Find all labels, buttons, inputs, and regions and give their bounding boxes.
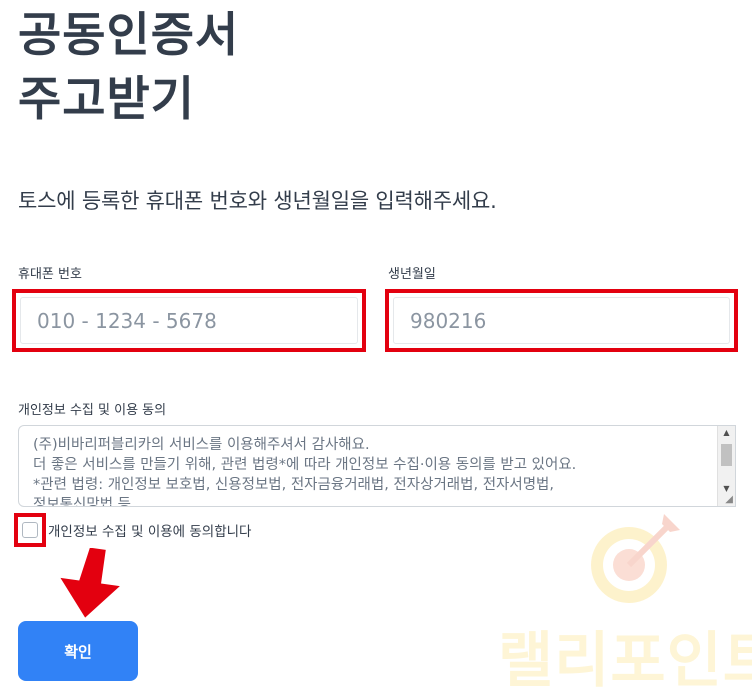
confirm-button[interactable]: 확인 bbox=[18, 621, 138, 681]
birth-highlight bbox=[385, 289, 738, 352]
red-arrow-down-icon bbox=[60, 548, 120, 618]
phone-label: 휴대폰 번호 bbox=[18, 267, 82, 282]
birth-input[interactable] bbox=[393, 297, 730, 344]
resize-handle-icon[interactable]: ◢ bbox=[725, 494, 733, 505]
consent-scrollbar[interactable]: ▲ ▼ ◢ bbox=[717, 426, 735, 506]
consent-checkbox[interactable] bbox=[22, 522, 38, 538]
consent-checkbox-label[interactable]: 개인정보 수집 및 이용에 동의합니다 bbox=[48, 520, 251, 540]
page-title-line1: 공동인증서 bbox=[18, 8, 240, 63]
page-subtitle: 토스에 등록한 휴대폰 번호와 생년월일을 입력해주세요. bbox=[18, 189, 497, 213]
consent-textarea[interactable]: (주)비바리퍼블리카의 서비스를 이용해주셔서 감사해요. 더 좋은 서비스를 … bbox=[18, 425, 736, 507]
target-arrow-icon bbox=[591, 514, 680, 603]
consent-text: (주)비바리퍼블리카의 서비스를 이용해주셔서 감사해요. 더 좋은 서비스를 … bbox=[33, 437, 577, 507]
phone-highlight bbox=[12, 289, 366, 352]
page-title-line2: 주고받기 bbox=[18, 72, 195, 127]
scroll-thumb[interactable] bbox=[721, 444, 732, 466]
phone-input[interactable] bbox=[20, 297, 358, 344]
consent-checkbox-highlight bbox=[14, 513, 46, 547]
watermark-text: 랠리포인트 bbox=[498, 626, 752, 696]
birth-label: 생년월일 bbox=[388, 267, 436, 282]
page-title: 공동인증서 주고받기 bbox=[18, 4, 239, 132]
scroll-up-icon[interactable]: ▲ bbox=[718, 426, 735, 440]
consent-label: 개인정보 수집 및 이용 동의 bbox=[18, 403, 167, 418]
